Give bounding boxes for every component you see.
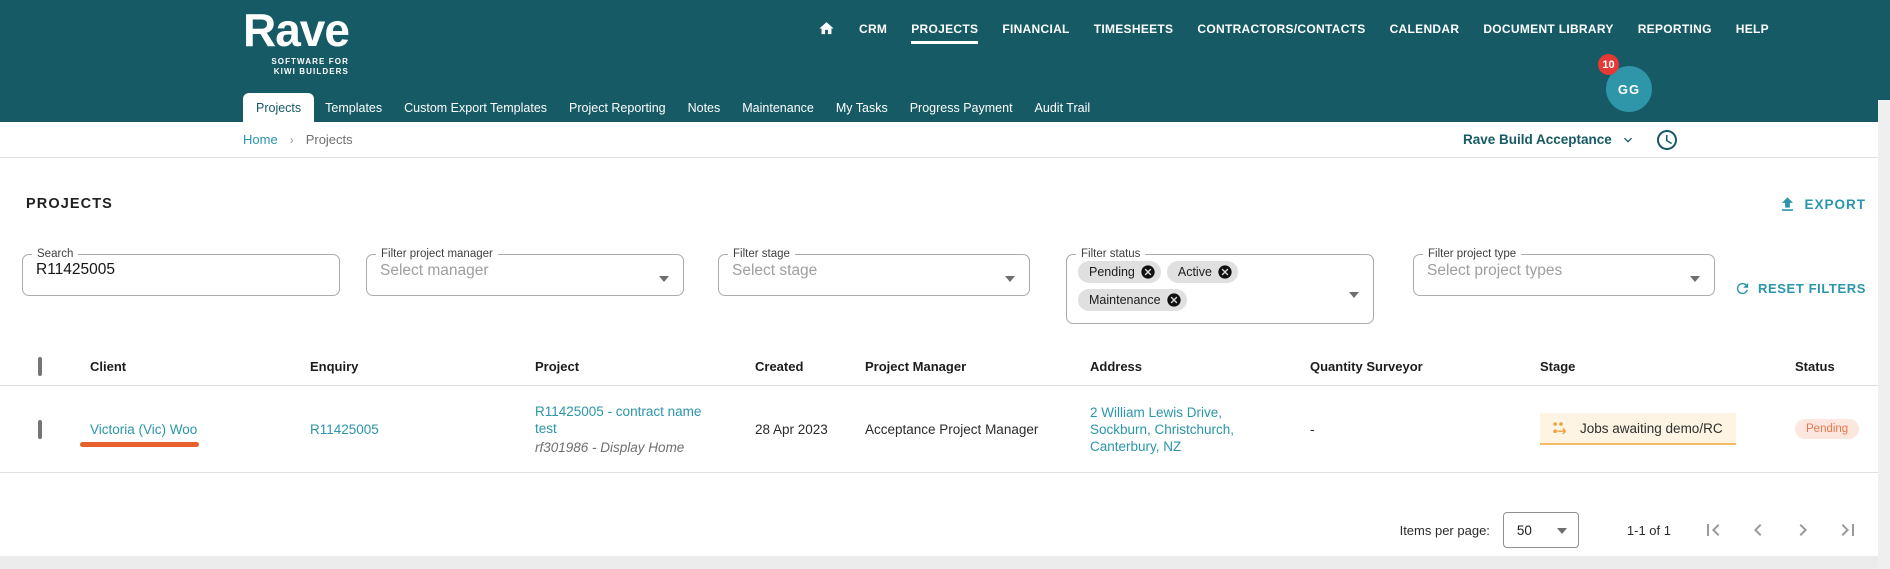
home-icon[interactable] — [818, 20, 835, 37]
logo-wordmark: Rave — [243, 4, 350, 56]
page-bottom-strip — [0, 556, 1890, 569]
workflow-icon — [1553, 422, 1567, 435]
tab-notes[interactable]: Notes — [677, 93, 732, 122]
table-header-row: Client Enquiry Project Created Project M… — [0, 348, 1890, 386]
nav-item-calendar[interactable]: CALENDAR — [1390, 22, 1460, 36]
last-page-icon[interactable] — [1836, 518, 1860, 542]
status-chip-maintenance[interactable]: Maintenance — [1078, 289, 1187, 311]
tab-templates[interactable]: Templates — [314, 93, 393, 122]
chip-remove-icon[interactable] — [1217, 264, 1233, 280]
caret-down-icon[interactable] — [1005, 275, 1015, 282]
tab-project-reporting[interactable]: Project Reporting — [558, 93, 677, 122]
search-field: Search — [22, 248, 340, 296]
filter-status-field: Filter status Pending Active Maintenance — [1066, 248, 1374, 324]
reset-filters-button[interactable]: RESET FILTERS — [1734, 280, 1866, 297]
rave-app-screen: Rave SOFTWARE FOR KIWI BUILDERS CRM PROJ… — [0, 0, 1890, 569]
col-header-project: Project — [535, 359, 580, 374]
nav-item-projects[interactable]: PROJECTS — [911, 22, 979, 44]
col-header-stage: Stage — [1540, 359, 1576, 374]
annotation-underline — [80, 442, 200, 447]
first-page-icon[interactable] — [1701, 518, 1725, 542]
nav-item-reporting[interactable]: REPORTING — [1638, 22, 1712, 36]
nav-item-crm[interactable]: CRM — [859, 22, 887, 36]
col-header-address: Address — [1090, 359, 1143, 374]
select-all-checkbox[interactable] — [38, 357, 42, 376]
next-page-icon[interactable] — [1791, 518, 1815, 542]
logo-tagline: SOFTWARE FOR KIWI BUILDERS — [271, 57, 349, 76]
project-type-select[interactable]: Select project types — [1414, 260, 1714, 280]
client-link[interactable]: Victoria (Vic) Woo — [90, 422, 197, 437]
status-chip-active[interactable]: Active — [1166, 261, 1238, 283]
workspace-selector[interactable]: Rave Build Acceptance — [1463, 122, 1679, 157]
nav-item-timesheets[interactable]: TIMESHEETS — [1094, 22, 1174, 36]
status-chip-list: Pending Active Maintenance — [1067, 260, 1342, 317]
previous-page-icon[interactable] — [1746, 518, 1770, 542]
refresh-icon — [1736, 282, 1749, 295]
stage-select[interactable]: Select stage — [719, 260, 1029, 280]
status-chip-pending[interactable]: Pending — [1078, 261, 1161, 283]
row-checkbox[interactable] — [38, 419, 42, 439]
col-header-status: Status — [1795, 359, 1835, 374]
stage-chip[interactable]: Jobs awaiting demo/RC — [1540, 413, 1736, 445]
tab-maintenance[interactable]: Maintenance — [731, 93, 825, 122]
notification-badge[interactable]: 10 — [1598, 54, 1619, 75]
tab-custom-export-templates[interactable]: Custom Export Templates — [393, 93, 558, 122]
caret-down-icon[interactable] — [1349, 292, 1359, 298]
app-header: Rave SOFTWARE FOR KIWI BUILDERS CRM PROJ… — [0, 0, 1890, 122]
top-nav: CRM PROJECTS FINANCIAL TIMESHEETS CONTRA… — [818, 20, 1769, 44]
project-manager-name: Acceptance Project Manager — [865, 421, 1039, 437]
page-title: PROJECTS — [26, 196, 113, 212]
col-header-enquiry: Enquiry — [310, 359, 359, 374]
breadcrumb: Home › Projects — [243, 122, 353, 157]
caret-down-icon[interactable] — [659, 275, 669, 282]
sub-nav-tabs: Projects Templates Custom Export Templat… — [243, 93, 1101, 122]
nav-item-document-library[interactable]: DOCUMENT LIBRARY — [1483, 22, 1613, 36]
nav-item-contractors-contacts[interactable]: CONTRACTORS/CONTACTS — [1197, 22, 1365, 36]
pagination-bar: Items per page: 50 1-1 of 1 — [1400, 512, 1860, 548]
col-header-created: Created — [755, 359, 804, 374]
chip-remove-icon[interactable] — [1140, 264, 1156, 280]
col-header-client: Client — [90, 359, 127, 374]
project-manager-select[interactable]: Select manager — [367, 260, 683, 280]
items-per-page-select[interactable]: 50 — [1502, 512, 1579, 548]
scrollbar-track[interactable] — [1878, 100, 1890, 569]
tab-progress-payment[interactable]: Progress Payment — [899, 93, 1024, 122]
nav-item-help[interactable]: HELP — [1736, 22, 1769, 36]
filter-stage-field: Filter stage Select stage — [718, 248, 1030, 296]
user-menu[interactable]: 10 GG — [1598, 54, 1656, 114]
tab-my-tasks[interactable]: My Tasks — [825, 93, 899, 122]
filter-project-type-field: Filter project type Select project types — [1413, 248, 1715, 296]
items-per-page-label: Items per page: — [1399, 522, 1490, 538]
enquiry-link[interactable]: R11425005 — [310, 422, 379, 437]
col-header-quantity-surveyor: Quantity Surveyor — [1310, 359, 1423, 374]
tab-audit-trail[interactable]: Audit Trail — [1024, 93, 1102, 122]
caret-down-icon[interactable] — [1690, 275, 1700, 282]
breadcrumb-current: Projects — [305, 132, 353, 147]
workspace-name[interactable]: Rave Build Acceptance — [1463, 132, 1612, 147]
clock-icon[interactable] — [1655, 128, 1679, 152]
nav-item-financial[interactable]: FINANCIAL — [1002, 22, 1069, 36]
project-link[interactable]: R11425005 - contract name test — [535, 403, 711, 437]
pagination-range: 1-1 of 1 — [1626, 522, 1671, 538]
col-header-project-manager: Project Manager — [865, 359, 967, 374]
breadcrumb-bar: Home › Projects Rave Build Acceptance — [0, 122, 1890, 158]
breadcrumb-home-link[interactable]: Home — [243, 132, 278, 147]
chevron-down-icon[interactable] — [1620, 132, 1636, 148]
tab-projects[interactable]: Projects — [243, 93, 315, 122]
search-input[interactable] — [23, 260, 303, 279]
project-subtitle: rf301986 - Display Home — [535, 439, 685, 455]
chip-remove-icon[interactable] — [1166, 292, 1182, 308]
chevron-right-icon: › — [289, 132, 294, 147]
search-label: Search — [37, 248, 74, 260]
created-date: 28 Apr 2023 — [755, 421, 828, 437]
quantity-surveyor-value: - — [1310, 421, 1315, 437]
upload-icon — [1782, 197, 1794, 211]
rave-logo[interactable]: Rave SOFTWARE FOR KIWI BUILDERS — [243, 4, 350, 77]
address-link[interactable]: 2 William Lewis Drive, Sockburn, Christc… — [1090, 404, 1310, 455]
table-row: Victoria (Vic) Woo R11425005 R11425005 -… — [0, 386, 1890, 473]
export-button[interactable]: EXPORT — [1778, 195, 1866, 214]
filter-project-manager-field: Filter project manager Select manager — [366, 248, 684, 296]
status-badge: Pending — [1795, 419, 1860, 439]
caret-down-icon — [1556, 528, 1567, 534]
